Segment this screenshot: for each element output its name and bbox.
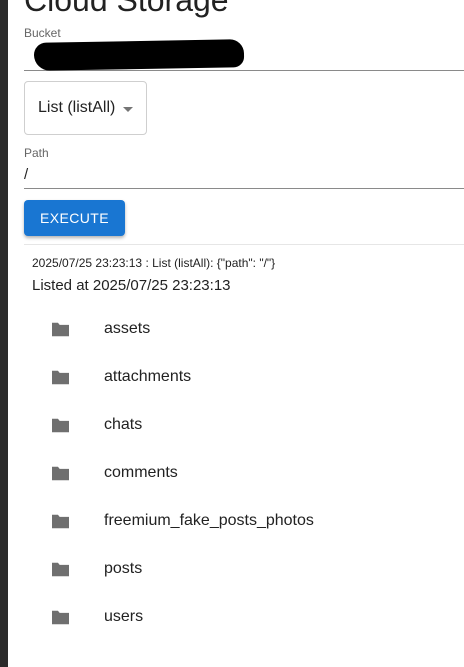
redaction-mark <box>33 39 245 71</box>
folder-icon <box>52 370 69 385</box>
execute-button[interactable]: EXECUTE <box>24 200 125 236</box>
folder-icon <box>52 466 69 481</box>
operation-select[interactable]: List (listAll) <box>24 81 147 135</box>
list-item[interactable]: comments <box>8 449 464 497</box>
list-item-label: users <box>104 608 144 625</box>
list-item[interactable]: assets <box>8 305 464 353</box>
list-item[interactable]: posts <box>8 545 464 593</box>
list-item[interactable]: chats <box>8 401 464 449</box>
folder-icon <box>52 418 69 433</box>
log-line: 2025/07/25 23:23:13 : List (listAll): {"… <box>32 256 276 270</box>
path-label: Path <box>24 146 49 160</box>
folder-icon <box>52 610 69 625</box>
path-input[interactable]: / <box>24 162 464 189</box>
folder-icon <box>52 322 69 337</box>
list-item-label: comments <box>104 464 178 481</box>
list-item-label: freemium_fake_posts_photos <box>104 512 314 529</box>
file-list: assets attachments chats comments freemi… <box>8 305 464 641</box>
listed-timestamp: Listed at 2025/07/25 23:23:13 <box>32 277 231 294</box>
list-item-label: chats <box>104 416 143 433</box>
bucket-label: Bucket <box>24 26 61 40</box>
chevron-down-icon <box>123 107 133 112</box>
folder-icon <box>52 562 69 577</box>
folder-icon <box>52 514 69 529</box>
page: Cloud Storage Bucket List (listAll) Path… <box>8 0 464 667</box>
operation-select-value: List (listAll) <box>38 99 116 116</box>
page-title: Cloud Storage <box>24 0 229 18</box>
list-item[interactable]: users <box>8 593 464 641</box>
divider <box>24 244 464 245</box>
list-item[interactable]: attachments <box>8 353 464 401</box>
list-item-label: assets <box>104 320 151 337</box>
list-item-label: posts <box>104 560 143 577</box>
list-item[interactable]: freemium_fake_posts_photos <box>8 497 464 545</box>
list-item-label: attachments <box>104 368 192 385</box>
